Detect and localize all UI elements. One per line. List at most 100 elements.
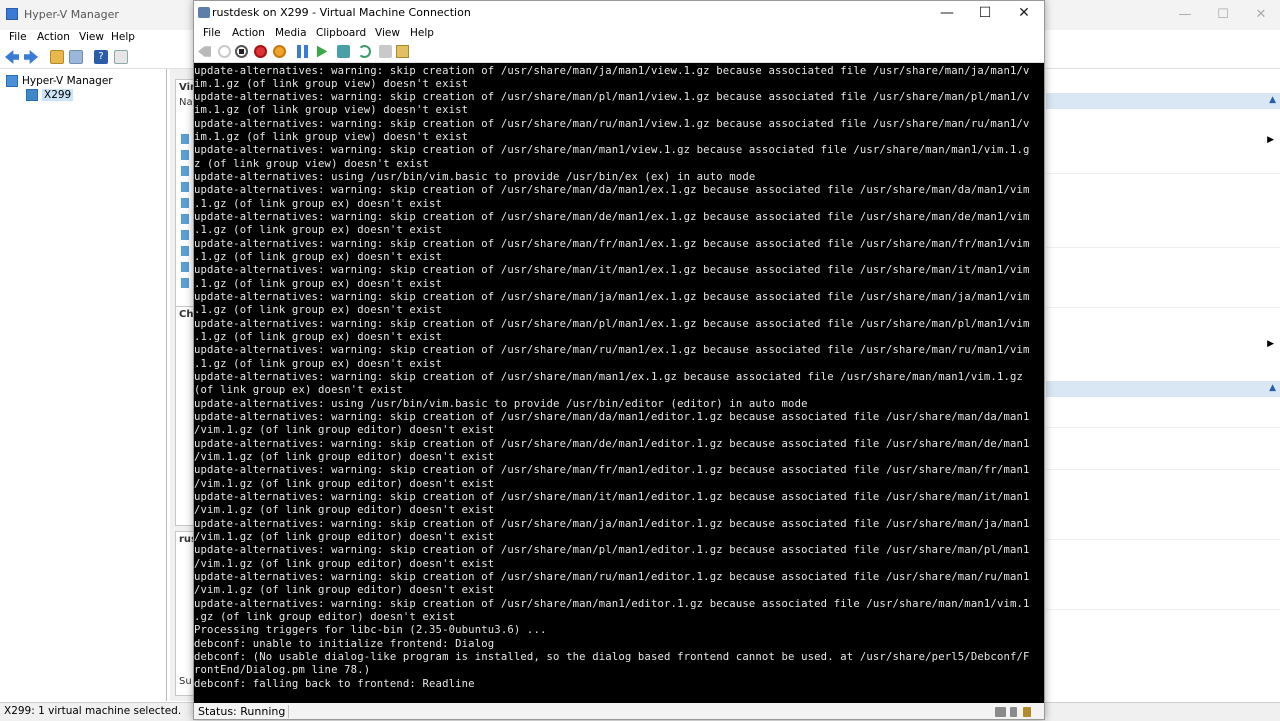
hyperv-close-button[interactable]: ✕ (1246, 6, 1276, 24)
vm-status-text: Status: Running (195, 705, 290, 718)
back-arrow-icon[interactable] (5, 50, 19, 64)
actions-host-header[interactable]: ▲ (1046, 93, 1280, 109)
hyperv-maximize-button[interactable]: ☐ (1208, 6, 1238, 24)
hyperv-actions-pane: ▲ ▶ ▶ ▲ (1046, 69, 1280, 701)
details-summary-tab[interactable]: Su (176, 674, 195, 689)
turn-off-icon[interactable] (235, 45, 248, 58)
terminal-line: update-alternatives: warning: skip creat… (194, 344, 1030, 357)
terminal-line: debconf: unable to initialize frontend: … (194, 637, 495, 650)
forward-arrow-icon[interactable] (24, 50, 38, 64)
submenu-arrow-icon[interactable]: ▶ (1267, 135, 1274, 145)
submenu-arrow-icon[interactable]: ▶ (1267, 339, 1274, 349)
hyperv-menu-action[interactable]: Action (37, 31, 70, 43)
vm-menu-view[interactable]: View (375, 27, 400, 39)
terminal-line: update-alternatives: warning: skip creat… (194, 371, 1024, 384)
divider (1046, 469, 1280, 470)
terminal-line: im.1.gz (of link group view) doesn't exi… (194, 131, 469, 144)
vm-icon[interactable] (181, 198, 189, 208)
pause-icon[interactable] (297, 45, 308, 58)
vm-icon[interactable] (181, 134, 189, 144)
start-icon[interactable] (218, 45, 231, 58)
collapse-caret-icon[interactable]: ▲ (1269, 95, 1276, 105)
terminal-line: update-alternatives: warning: skip creat… (194, 237, 1030, 250)
vm-icon[interactable] (181, 150, 189, 160)
terminal-line: .1.gz (of link group ex) doesn't exist (194, 331, 443, 344)
vm-connection-window: rustdesk on X299 - Virtual Machine Conne… (193, 0, 1045, 720)
share-icon[interactable] (396, 45, 409, 58)
tree-host-label: X299 (42, 89, 74, 101)
terminal-line: update-alternatives: warning: skip creat… (194, 91, 1030, 104)
properties-icon[interactable] (114, 50, 128, 64)
hyperv-manager-icon (6, 75, 18, 87)
terminal-line: update-alternatives: warning: skip creat… (194, 571, 1030, 584)
vm-window-title: rustdesk on X299 - Virtual Machine Conne… (212, 6, 471, 19)
terminal-line: rontEnd/Dialog.pm line 78.) (194, 664, 371, 677)
vm-close-button[interactable]: ✕ (1005, 3, 1043, 23)
vm-menu-clipboard[interactable]: Clipboard (316, 27, 366, 39)
terminal-line: update-alternatives: warning: skip creat… (194, 491, 1030, 504)
terminal-line: update-alternatives: warning: skip creat… (194, 517, 1030, 530)
mouse-icon (1010, 707, 1017, 717)
tree-host-node[interactable]: X299 (26, 89, 74, 101)
ctrl-alt-del-icon[interactable] (198, 46, 211, 57)
tree-root-label: Hyper-V Manager (22, 75, 113, 87)
vm-maximize-button[interactable]: ☐ (966, 3, 1004, 23)
console-icon[interactable] (69, 50, 83, 64)
terminal-line: /vim.1.gz (of link group editor) doesn't… (194, 531, 495, 544)
keyboard-icon (995, 707, 1006, 717)
terminal-line: .1.gz (of link group ex) doesn't exist (194, 251, 443, 264)
collapse-caret-icon[interactable]: ▲ (1269, 383, 1276, 393)
hyperv-app-icon (6, 8, 18, 20)
vm-minimize-button[interactable]: — (928, 3, 966, 23)
enhanced-session-icon[interactable] (379, 45, 392, 58)
terminal-line: /vim.1.gz (of link group editor) doesn't… (194, 451, 495, 464)
terminal-line: im.1.gz (of link group view) doesn't exi… (194, 77, 469, 90)
hyperv-minimize-button[interactable]: — (1170, 6, 1200, 24)
hyperv-menu-view[interactable]: View (79, 31, 104, 43)
shutdown-icon[interactable] (254, 45, 267, 58)
hyperv-menu-file[interactable]: File (9, 31, 27, 43)
vm-icon[interactable] (181, 262, 189, 272)
terminal-line: /vim.1.gz (of link group editor) doesn't… (194, 424, 495, 437)
terminal-line: .1.gz (of link group ex) doesn't exist (194, 357, 443, 370)
divider (1046, 173, 1280, 174)
terminal-line: update-alternatives: warning: skip creat… (194, 117, 1030, 130)
terminal-line: update-alternatives: warning: skip creat… (194, 544, 1030, 557)
checkpoint-icon[interactable] (337, 45, 350, 58)
vm-menu-action[interactable]: Action (232, 27, 265, 39)
details-pane: rus Su (175, 531, 198, 696)
terminal-line: .1.gz (of link group ex) doesn't exist (194, 224, 443, 237)
vm-menu-file[interactable]: File (203, 27, 221, 39)
vm-titlebar[interactable]: rustdesk on X299 - Virtual Machine Conne… (194, 1, 1044, 25)
vm-list-column-name[interactable]: Na (176, 95, 194, 110)
actions-vm-header[interactable]: ▲ (1046, 381, 1280, 397)
vm-icon[interactable] (181, 166, 189, 176)
terminal-line: update-alternatives: warning: skip creat… (194, 264, 1030, 277)
details-header: rus (179, 534, 198, 545)
terminal-line: .1.gz (of link group ex) doesn't exist (194, 304, 443, 317)
terminal-line: update-alternatives: using /usr/bin/vim.… (194, 171, 756, 184)
vm-icon[interactable] (181, 182, 189, 192)
terminal-line: /vim.1.gz (of link group editor) doesn't… (194, 584, 495, 597)
terminal-line: update-alternatives: using /usr/bin/vim.… (194, 397, 808, 410)
help-icon[interactable]: ? (94, 50, 108, 64)
save-state-icon[interactable] (273, 45, 286, 58)
tree-root-node[interactable]: Hyper-V Manager (6, 75, 113, 87)
vm-console-screen[interactable]: update-alternatives: warning: skip creat… (194, 63, 1044, 703)
hyperv-menu-help[interactable]: Help (111, 31, 135, 43)
revert-icon[interactable] (358, 45, 371, 58)
vm-menu-help[interactable]: Help (410, 27, 434, 39)
hyperv-tree-pane: Hyper-V Manager X299 (0, 69, 167, 701)
vm-icon[interactable] (181, 230, 189, 240)
terminal-line: update-alternatives: warning: skip creat… (194, 184, 1030, 197)
divider (1046, 427, 1280, 428)
vm-icon[interactable] (181, 278, 189, 288)
vm-icon[interactable] (181, 246, 189, 256)
folder-up-icon[interactable] (50, 50, 64, 64)
vm-list-pane: Vir Na (175, 79, 195, 307)
vm-menubar: File Action Media Clipboard View Help (194, 25, 1044, 42)
resume-icon[interactable] (316, 45, 328, 58)
vm-menu-media[interactable]: Media (275, 27, 307, 39)
vm-icon[interactable] (181, 214, 189, 224)
terminal-line: (of link group ex) doesn't exist (194, 384, 403, 397)
